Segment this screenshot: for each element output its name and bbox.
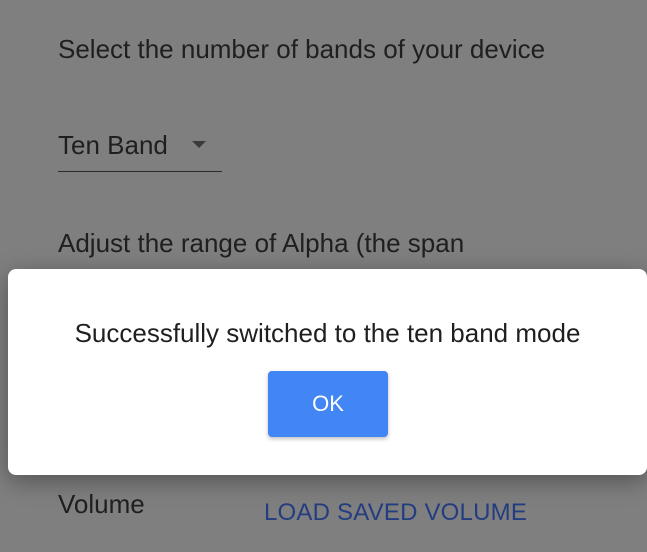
bands-prompt: Select the number of bands of your devic… bbox=[58, 34, 546, 64]
bands-select-value: Ten Band bbox=[58, 130, 168, 160]
confirmation-dialog: Successfully switched to the ten band mo… bbox=[8, 269, 647, 475]
load-saved-volume-button[interactable]: LOAD SAVED VOLUME bbox=[264, 497, 527, 529]
dialog-message: Successfully switched to the ten band mo… bbox=[74, 318, 581, 348]
dropdown-caret-icon bbox=[192, 141, 206, 148]
alpha-range-prompt: Adjust the range of Alpha (the span bbox=[58, 228, 465, 258]
ok-button[interactable]: OK bbox=[268, 371, 388, 437]
bands-select[interactable]: Ten Band bbox=[58, 128, 222, 172]
volume-label: Volume bbox=[58, 489, 145, 519]
